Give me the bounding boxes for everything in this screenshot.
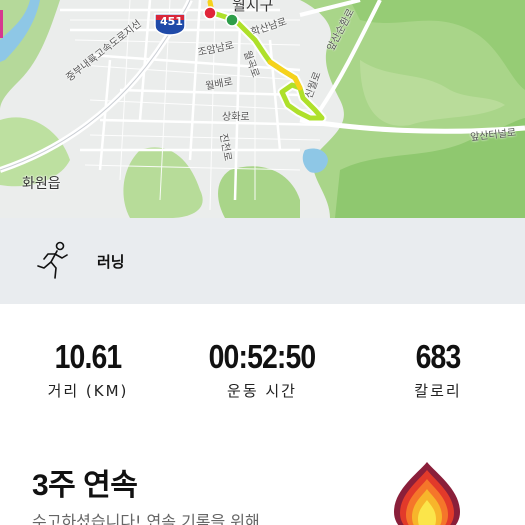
activity-type-bar — [0, 218, 525, 304]
route-end-marker — [225, 13, 239, 27]
map-label-district: 월지구 — [232, 0, 274, 14]
streak-title: 3주 연속 — [32, 469, 138, 502]
distance-value: 10.61 — [54, 338, 123, 375]
calories-label: 칼로리 — [414, 382, 462, 400]
stat-distance: 10.61 거리 (KM) — [30, 338, 146, 401]
stat-duration: 00:52:50 운동 시간 — [190, 338, 334, 401]
running-person-icon — [37, 241, 68, 279]
map-label-town: 화원읍 — [22, 176, 61, 192]
route-start-marker — [203, 6, 217, 20]
calories-value: 683 — [415, 338, 462, 375]
stat-calories: 683 칼로리 — [392, 338, 484, 401]
route-shield-number: 451 — [160, 15, 183, 28]
flame-icon — [394, 462, 460, 525]
streak-description: 수고하셨습니다! 연속 기록을 위해 — [32, 512, 260, 525]
duration-label: 운동 시간 — [227, 382, 297, 400]
route-map[interactable]: 451 월지구 학산남로 조암남로 중부내륙고속도로지선 월배로 앞산순환로 신… — [0, 0, 525, 218]
map-label-road: 상화로 — [222, 112, 250, 123]
duration-value: 00:52:50 — [208, 338, 317, 375]
activity-type-label: 러닝 — [97, 253, 125, 271]
distance-label: 거리 (KM) — [47, 382, 129, 400]
stats-row: 10.61 거리 (KM) 00:52:50 운동 시간 683 칼로리 — [0, 338, 525, 408]
